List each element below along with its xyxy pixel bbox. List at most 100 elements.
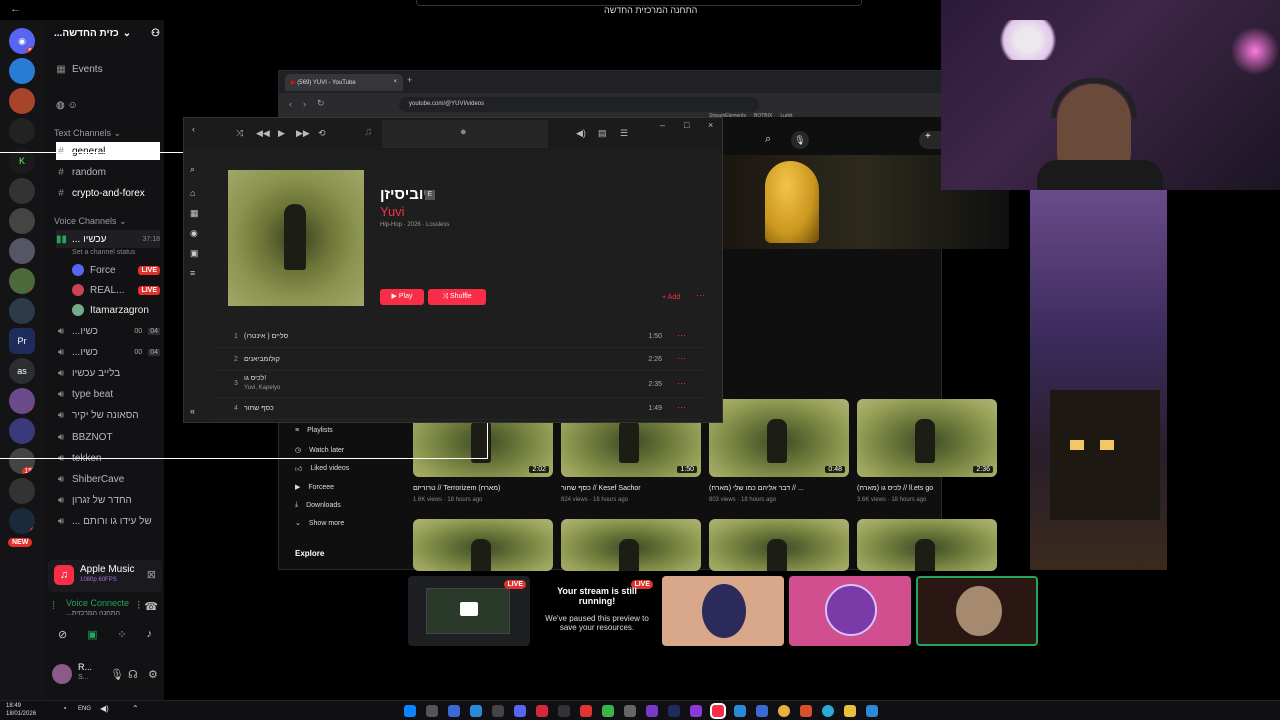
voice-active-channel[interactable]: ▮▮... עכשיו 37:18 <box>56 230 160 248</box>
app-icon[interactable] <box>558 705 570 717</box>
camera-off-icon[interactable]: ⊘ <box>58 628 67 650</box>
voice-channel[interactable]: 🔊︎... של עידו גו ורותם <box>56 513 160 531</box>
playlist-icon[interactable]: ≡ <box>190 268 195 278</box>
browser-tab[interactable]: ▶ (569) YUVI - YouTube × <box>285 74 403 91</box>
video-thumbnail[interactable] <box>709 519 849 571</box>
voice-user[interactable]: REAL... LIVE <box>72 281 160 299</box>
more-options-icon[interactable]: ··· <box>696 290 705 300</box>
app-icon[interactable] <box>580 705 592 717</box>
add-member-icon[interactable]: ⚇ <box>151 28 160 39</box>
more-icon[interactable]: ··· <box>677 378 686 388</box>
bookmark[interactable]: Lurkit <box>780 113 792 123</box>
activity-panel[interactable]: ♫ Apple Music 1080p 60FPS ⊠ <box>48 560 162 592</box>
server-icon[interactable]: Pr <box>9 328 35 354</box>
server-icon[interactable] <box>9 238 35 264</box>
channel-random[interactable]: # random <box>56 163 160 181</box>
forward-icon[interactable]: › <box>303 99 306 109</box>
album-artist[interactable]: Yuvi <box>380 204 405 219</box>
app-icon[interactable] <box>470 705 482 717</box>
more-icon[interactable]: ··· <box>677 402 686 412</box>
close-window-icon[interactable]: × <box>708 120 713 130</box>
track-row[interactable]: 3 לכיס גו! Yuvi, Kapelyo 2:35 ··· <box>214 372 704 398</box>
server-icon[interactable]: K <box>9 148 35 174</box>
server-icon[interactable] <box>9 118 35 144</box>
nav-forceee[interactable]: ▶ Forceee <box>295 483 334 492</box>
app-icon[interactable] <box>734 705 746 717</box>
video-thumbnail[interactable] <box>413 519 553 571</box>
chevron-up-icon[interactable]: ⌃ <box>132 704 139 713</box>
lyrics-icon[interactable]: ▤ <box>598 128 607 139</box>
app-icon[interactable] <box>492 705 504 717</box>
voice-search-icon[interactable]: 🎙︎ <box>791 131 809 149</box>
video-thumbnail[interactable]: 2:36 <box>857 399 997 477</box>
back-arrow-icon[interactable]: ← <box>10 3 21 15</box>
participant-tile[interactable] <box>789 576 911 646</box>
lang-indicator[interactable]: ENG <box>78 706 91 712</box>
soundboard-icon[interactable]: ♪ <box>147 628 153 650</box>
url-field[interactable]: youtube.com/@YUVI/videos <box>399 97 759 112</box>
back-arrow-icon[interactable]: ‹ <box>192 124 195 134</box>
close-icon[interactable]: ⊠ <box>147 568 156 581</box>
app-icon[interactable] <box>624 705 636 717</box>
radio-icon[interactable]: ◉ <box>190 228 198 239</box>
app-icon[interactable] <box>448 705 460 717</box>
app-icon[interactable] <box>536 705 548 717</box>
server-icon[interactable]: 6 <box>9 268 35 294</box>
channel-status[interactable]: Set a channel status <box>72 249 135 256</box>
app-icon[interactable] <box>668 705 680 717</box>
maximize-icon[interactable]: □ <box>684 120 689 130</box>
avatar[interactable] <box>52 664 72 684</box>
app-icon[interactable] <box>514 705 526 717</box>
nav-show-more[interactable]: ⌄ Show more <box>295 519 344 528</box>
voice-channel[interactable]: 🔊︎ BBZNOT <box>56 428 160 446</box>
server-icon[interactable] <box>9 208 35 234</box>
settings-gear-icon[interactable]: ⚙ <box>148 668 158 681</box>
server-icon[interactable]: 8 <box>9 508 35 534</box>
server-icon[interactable]: 152 <box>9 448 35 474</box>
repeat-icon[interactable]: ⟲ <box>318 128 326 139</box>
waveform-icon[interactable]: ⫶ <box>137 600 140 613</box>
events-item[interactable]: ▦ Events <box>56 60 160 78</box>
chrome-icon[interactable] <box>778 705 790 717</box>
video-title[interactable]: טרוריזם // Terrorizem (מארח) <box>413 485 500 492</box>
track-row[interactable]: 4 כסף שחור 1:49 ··· <box>214 398 704 420</box>
folder-icon[interactable] <box>844 705 856 717</box>
voice-channel[interactable]: 🔊︎ הסאונה של יקיר <box>56 407 160 425</box>
text-channels-header[interactable]: Text Channels ⌄ <box>54 128 121 139</box>
server-icon[interactable]: as <box>9 358 35 384</box>
server-icon[interactable] <box>9 178 35 204</box>
track-row[interactable]: 1 סליים ( אינטרו) 1:50 ··· <box>214 326 704 348</box>
next-icon[interactable]: ▶▶ <box>296 128 310 139</box>
participant-tile[interactable] <box>916 576 1038 646</box>
more-icon[interactable]: ··· <box>677 330 686 340</box>
app-icon[interactable] <box>800 705 812 717</box>
nav-downloads[interactable]: ⤓ Downloads <box>295 501 341 509</box>
voice-channel[interactable]: 🔊︎ ...כשיו 00 04 <box>56 343 160 361</box>
app-icon[interactable] <box>690 705 702 717</box>
video-thumbnail[interactable] <box>561 519 701 571</box>
video-title[interactable]: (מארח) לכיס גו // ll.ets go <box>857 485 933 492</box>
server-icon[interactable] <box>9 58 35 84</box>
new-tab-icon[interactable]: + <box>407 75 412 85</box>
server-icon[interactable] <box>9 478 35 504</box>
collapse-icon[interactable]: « <box>190 406 195 416</box>
voice-channel[interactable]: 🔊︎ בלייב עכשיו <box>56 364 160 382</box>
bookmark[interactable]: BOTBIX <box>754 113 772 123</box>
mic-icon[interactable]: 🎙︎ <box>110 668 124 681</box>
server-icon[interactable] <box>9 298 35 324</box>
new-badge[interactable]: NEW <box>8 538 33 547</box>
server-header[interactable]: ...כזית החדשה ⌄ ⚇ <box>54 28 160 39</box>
video-thumbnail[interactable]: 0:48 <box>709 399 849 477</box>
clock[interactable]: 18:49 18/01/2026 <box>6 702 36 718</box>
server-icon[interactable] <box>9 418 35 444</box>
participant-tile[interactable] <box>662 576 784 646</box>
add-button[interactable]: + Add <box>662 294 680 301</box>
app-icon[interactable] <box>602 705 614 717</box>
browse-icon[interactable]: ▦ <box>190 208 199 219</box>
server-icon[interactable]: ◉ 52 <box>9 28 35 54</box>
search-icon[interactable]: ⌕ <box>765 133 771 146</box>
nav-liked-videos[interactable]: 👍︎ Liked videos <box>295 464 349 473</box>
server-icon[interactable] <box>9 88 35 114</box>
play-button[interactable]: ▶ Play <box>380 289 424 305</box>
nav-playlists[interactable]: ≡ Playlists <box>295 427 333 434</box>
